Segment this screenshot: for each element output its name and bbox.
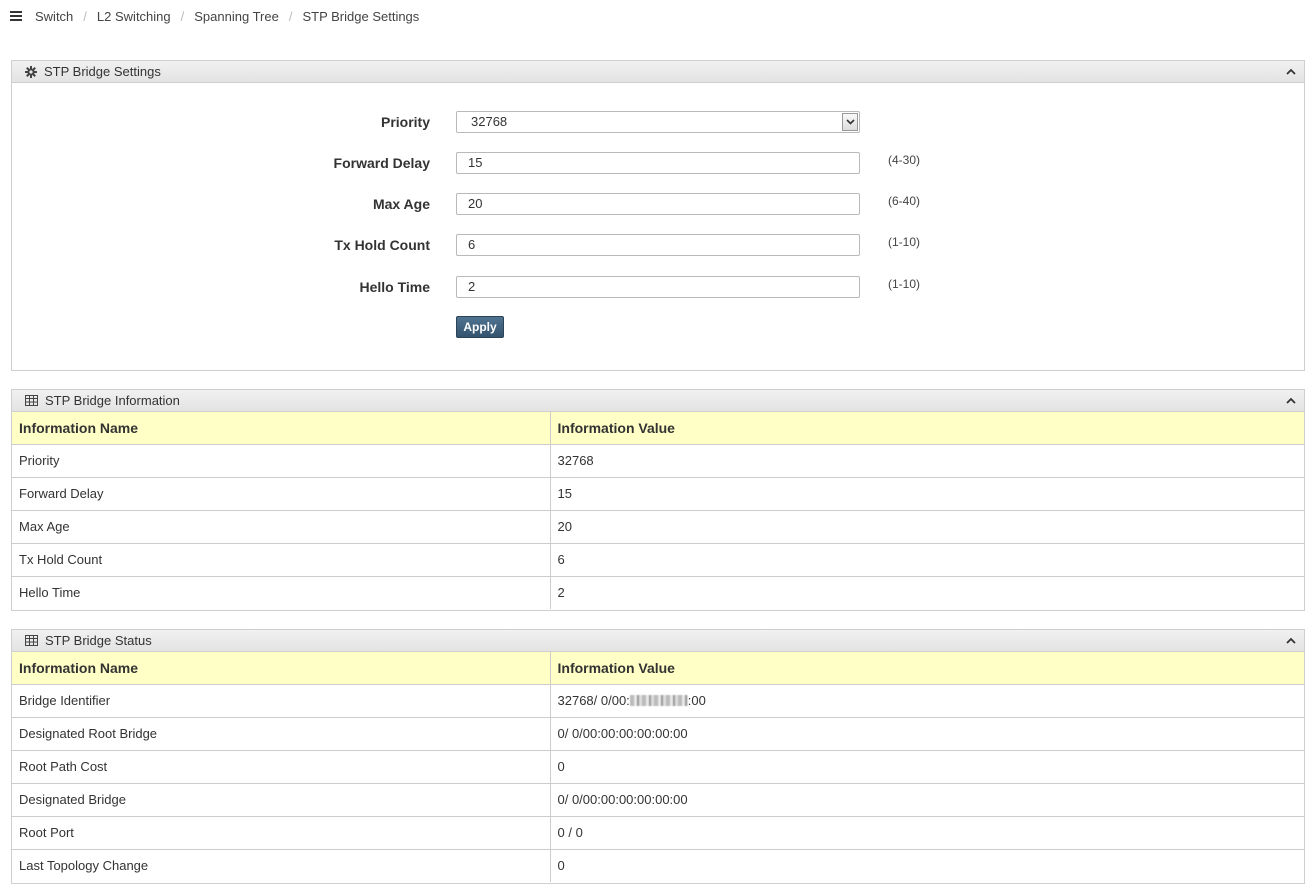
menu-icon[interactable] — [10, 11, 22, 21]
tx-hold-count-label: Tx Hold Count — [334, 237, 430, 253]
priority-select-value: 32768 — [471, 114, 508, 129]
max-age-label: Max Age — [372, 196, 430, 212]
panel-title: STP Bridge Settings — [44, 64, 161, 79]
tx-hold-count-range: (1-10) — [888, 235, 921, 249]
priority-row: Priority 32768 — [12, 111, 1304, 133]
table-row: Priority 32768 — [12, 443, 1304, 477]
cell-name: Last Topology Change — [12, 848, 551, 882]
cell-value: 6 — [550, 542, 1304, 576]
cell-value: 0 — [550, 848, 1304, 882]
cell-value: 0 / 0 — [550, 815, 1304, 849]
bridge-id-prefix: 32768/ 0/00: — [557, 693, 630, 708]
priority-label: Priority — [380, 114, 430, 130]
breadcrumb: Switch / L2 Switching / Spanning Tree / … — [10, 6, 419, 26]
chevron-up-icon[interactable] — [1284, 633, 1298, 647]
breadcrumb-item-switch[interactable]: Switch — [35, 9, 73, 24]
hello-time-input[interactable]: 2 — [456, 276, 860, 298]
cell-value: 0 — [550, 749, 1304, 783]
max-age-row: Max Age 20 (6-40) — [12, 193, 1304, 215]
table-row: Designated Root Bridge 0/ 0/00:00:00:00:… — [12, 716, 1304, 750]
panel-title: STP Bridge Status — [45, 633, 152, 648]
table-row: Bridge Identifier 32768/ 0/00: :00 — [12, 683, 1304, 717]
priority-select[interactable]: 32768 — [456, 111, 860, 133]
cell-name: Root Path Cost — [12, 749, 551, 783]
cell-name: Priority — [12, 443, 551, 477]
hello-time-label: Hello Time — [359, 279, 430, 295]
cell-name: Root Port — [12, 815, 551, 849]
table-row: Last Topology Change 0 — [12, 848, 1304, 882]
cell-name: Designated Bridge — [12, 782, 551, 816]
panel-header: STP Bridge Information — [12, 390, 1304, 412]
bridge-information-table: Information Name Information Value Prior… — [12, 412, 1304, 609]
cell-value: 0/ 0/00:00:00:00:00:00 — [550, 716, 1304, 750]
max-age-input[interactable]: 20 — [456, 193, 860, 215]
cell-value: 15 — [550, 476, 1304, 510]
cell-name: Bridge Identifier — [12, 683, 551, 717]
hello-time-row: Hello Time 2 (1-10) — [12, 276, 1304, 298]
breadcrumb-separator: / — [83, 8, 87, 24]
breadcrumb-separator: / — [180, 8, 185, 24]
table-row: Hello Time 2 — [12, 575, 1304, 609]
cell-name: Hello Time — [12, 575, 551, 609]
cell-value: 2 — [550, 575, 1304, 609]
chevron-down-icon[interactable] — [842, 113, 858, 131]
max-age-range: (6-40) — [888, 194, 921, 208]
panel-header: STP Bridge Status — [12, 630, 1304, 652]
column-header-value: Information Value — [550, 412, 1304, 445]
chevron-up-icon[interactable] — [1284, 393, 1298, 407]
forward-delay-label: Forward Delay — [333, 155, 430, 171]
cell-name: Designated Root Bridge — [12, 716, 551, 750]
table-icon — [25, 395, 38, 406]
table-row: Forward Delay 15 — [12, 476, 1304, 510]
cell-name: Max Age — [12, 509, 551, 543]
hello-time-range: (1-10) — [888, 277, 921, 291]
gear-icon — [25, 65, 37, 78]
column-header-name: Information Name — [12, 412, 551, 445]
breadcrumb-item-l2-switching[interactable]: L2 Switching — [97, 9, 171, 24]
breadcrumb-separator: / — [288, 8, 293, 24]
forward-delay-input[interactable]: 15 — [456, 152, 860, 174]
column-header-name: Information Name — [12, 652, 551, 685]
stp-bridge-settings-panel: STP Bridge Settings Priority 32768 Forwa… — [11, 60, 1305, 371]
cell-value: 32768 — [550, 443, 1304, 477]
table-row: Designated Bridge 0/ 0/00:00:00:00:00:00 — [12, 782, 1304, 816]
cell-value: 20 — [550, 509, 1304, 543]
table-row: Root Port 0 / 0 — [12, 815, 1304, 849]
table-row: Max Age 20 — [12, 509, 1304, 543]
forward-delay-row: Forward Delay 15 (4-30) — [12, 152, 1304, 174]
table-icon — [25, 635, 38, 646]
stp-bridge-status-panel: STP Bridge Status Information Name Infor… — [11, 629, 1305, 884]
cell-value: 0/ 0/00:00:00:00:00:00 — [550, 782, 1304, 816]
tx-hold-count-input[interactable]: 6 — [456, 234, 860, 256]
column-header-value: Information Value — [550, 652, 1304, 685]
bridge-status-table: Information Name Information Value Bridg… — [12, 652, 1304, 882]
forward-delay-range: (4-30) — [888, 153, 921, 167]
breadcrumb-item-current: STP Bridge Settings — [302, 8, 420, 24]
table-row: Root Path Cost 0 — [12, 749, 1304, 783]
cell-name: Forward Delay — [12, 476, 551, 510]
panel-header: STP Bridge Settings — [12, 61, 1304, 83]
stp-bridge-information-panel: STP Bridge Information Information Name … — [11, 389, 1305, 611]
table-header-row: Information Name Information Value — [12, 412, 1304, 445]
tx-hold-count-row: Tx Hold Count 6 (1-10) — [12, 234, 1304, 256]
redacted-mac-segment — [629, 695, 688, 706]
table-header-row: Information Name Information Value — [12, 652, 1304, 685]
chevron-up-icon[interactable] — [1284, 64, 1298, 78]
cell-value: 32768/ 0/00: :00 — [550, 683, 1304, 717]
cell-name: Tx Hold Count — [12, 542, 551, 576]
table-row: Tx Hold Count 6 — [12, 542, 1304, 576]
breadcrumb-item-spanning-tree[interactable]: Spanning Tree — [194, 9, 279, 24]
bridge-id-suffix: :00 — [687, 693, 706, 708]
panel-title: STP Bridge Information — [45, 393, 180, 408]
apply-button[interactable]: Apply — [456, 316, 504, 338]
